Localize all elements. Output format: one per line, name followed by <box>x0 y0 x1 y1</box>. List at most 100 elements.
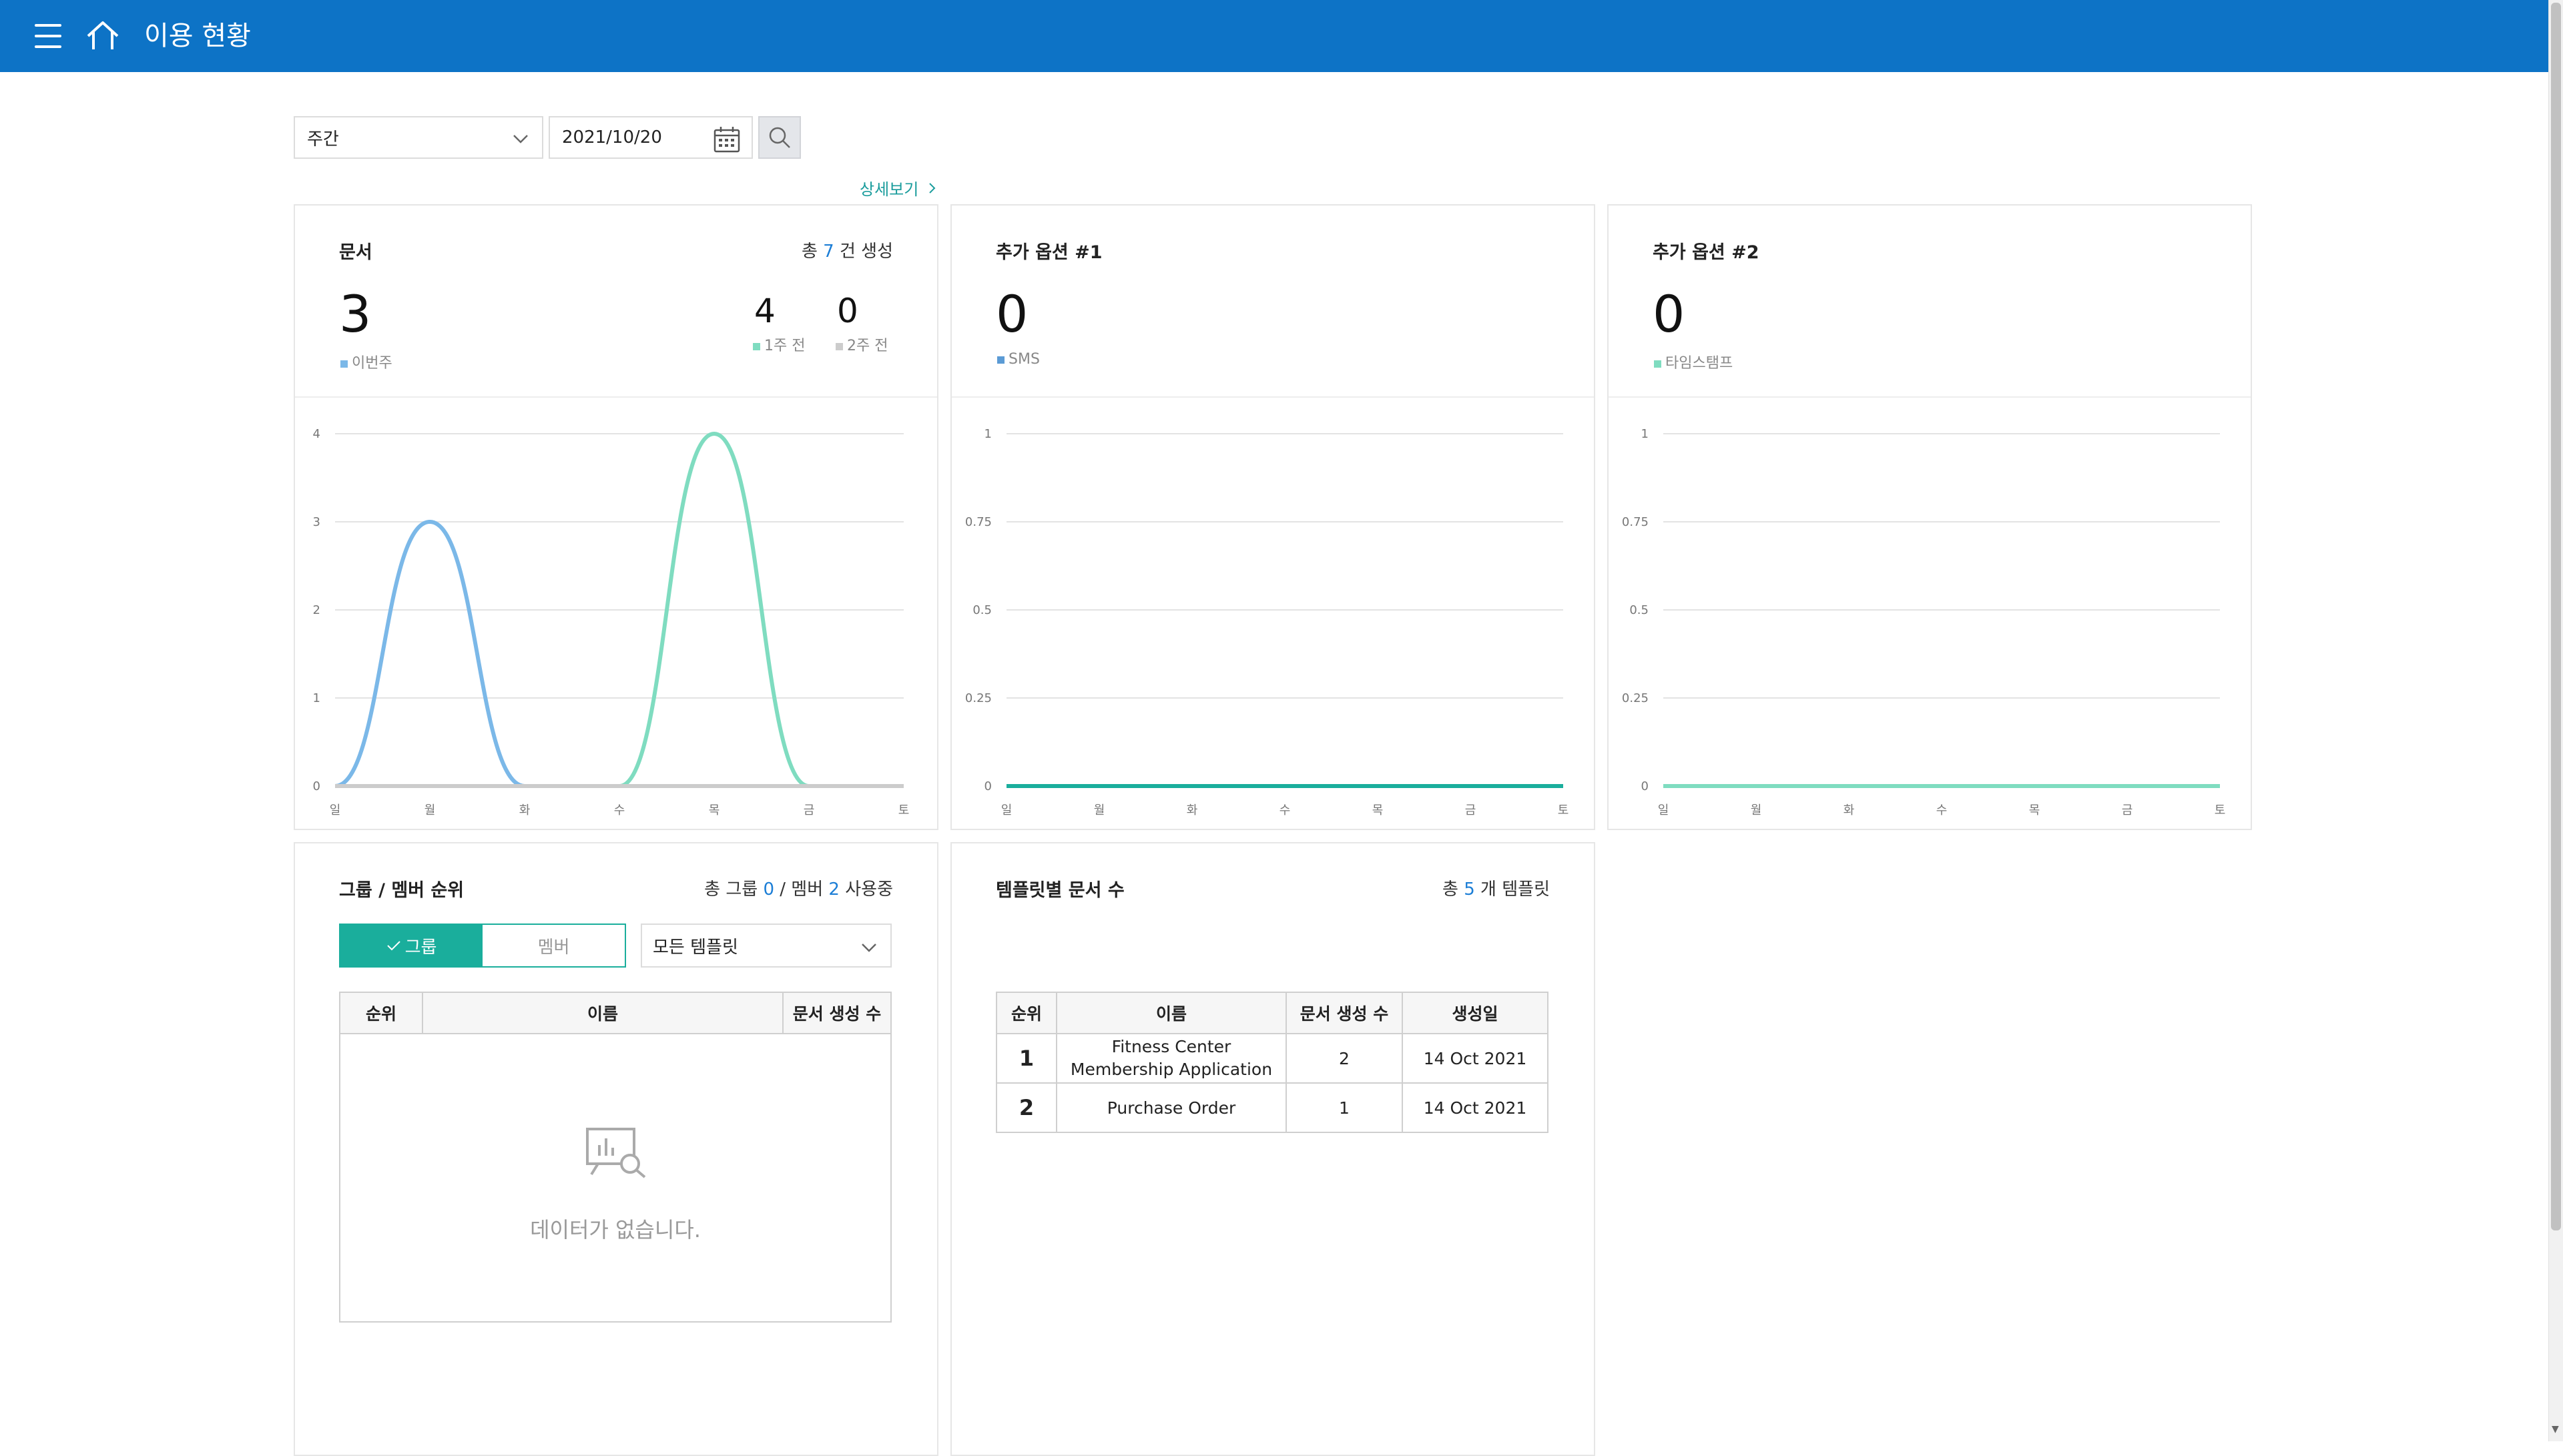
x-tick-label: 토 <box>898 803 910 817</box>
option2-legend: 타임스탬프 <box>1654 351 1733 372</box>
template-table: 순위 이름 문서 생성 수 생성일 1 Fitness Center Membe… <box>996 992 1548 1133</box>
template-summary-suffix: 개 템플릿 <box>1480 879 1550 899</box>
y-tick-label: 4 <box>313 427 320 441</box>
y-tick-label: 3 <box>313 515 320 529</box>
x-tick-label: 일 <box>1001 803 1013 817</box>
row-name: Purchase Order <box>1056 1082 1287 1133</box>
ranking-table: 순위 이름 문서 생성 수 <box>339 992 892 1034</box>
search-icon <box>769 127 790 148</box>
x-tick-label: 토 <box>1558 803 1569 817</box>
card-divider <box>295 396 937 398</box>
option2-value: 0 <box>1653 284 1685 344</box>
x-tick-label: 목 <box>1372 803 1384 817</box>
summary-suffix: 건 생성 <box>839 242 893 262</box>
toggle-member-label: 멤버 <box>537 937 570 958</box>
col-rank: 순위 <box>339 992 423 1034</box>
x-tick-label: 월 <box>424 803 436 817</box>
x-tick-label: 금 <box>2122 803 2133 817</box>
col-rank: 순위 <box>996 992 1057 1034</box>
template-card: 템플릿별 문서 수 총 5 개 템플릿 순위 이름 문서 생성 수 생성일 1 … <box>950 842 1595 1456</box>
toggle-group-label: 그룹 <box>404 937 437 958</box>
col-count: 문서 생성 수 <box>1286 992 1403 1034</box>
template-select[interactable]: 모든 템플릿 <box>641 924 892 968</box>
two-weeks-ago-label: 2주 전 <box>847 338 888 354</box>
page-scrollbar[interactable]: ▼ <box>2548 0 2563 1441</box>
table-header-row: 순위 이름 문서 생성 수 생성일 <box>996 992 1548 1034</box>
one-week-ago-stat: 4 1주 전 <box>753 291 805 355</box>
no-data-chart-search-icon <box>586 1128 646 1178</box>
table-row[interactable]: 2 Purchase Order 1 14 Oct 2021 <box>996 1082 1548 1133</box>
option1-legend: SMS <box>997 351 1040 368</box>
ranking-summary-mid: / 멤버 <box>780 879 824 899</box>
option1-value: 0 <box>996 284 1029 344</box>
row-rank: 2 <box>996 1082 1057 1133</box>
row-name-line2: Membership Application <box>1070 1060 1273 1079</box>
plot-area: 0 0.25 0.5 0.75 1 일 월 화 수 목 금 토 <box>1622 427 2225 817</box>
x-tick-label: 금 <box>804 803 815 817</box>
this-week-legend: 이번주 <box>340 351 392 372</box>
ranking-card: 그룹 / 멤버 순위 총 그룹 0 / 멤버 2 사용중 그룹 멤버 모든 템플… <box>294 842 938 1456</box>
x-tick-label: 목 <box>2029 803 2040 817</box>
y-tick-label: 0.5 <box>972 603 992 617</box>
chevron-down-icon <box>513 135 528 143</box>
y-tick-label: 0 <box>1641 779 1649 793</box>
page-title: 이용 현황 <box>144 21 251 51</box>
x-tick-label: 수 <box>614 803 625 817</box>
y-tick-label: 0.5 <box>1629 603 1649 617</box>
date-input-value: 2021/10/20 <box>562 127 662 147</box>
table-header-row: 순위 이름 문서 생성 수 <box>339 992 892 1034</box>
y-tick-label: 1 <box>313 691 320 705</box>
period-select[interactable]: 주간 <box>294 116 543 159</box>
x-tick-label: 금 <box>1465 803 1476 817</box>
toggle-member-button[interactable]: 멤버 <box>483 925 625 966</box>
top-header: 이용 현황 <box>0 0 2548 72</box>
detail-view-link[interactable]: 상세보기 <box>860 176 937 200</box>
table-row[interactable]: 1 Fitness Center Membership Application … <box>996 1033 1548 1084</box>
one-week-ago-label: 1주 전 <box>764 338 806 354</box>
x-tick-label: 일 <box>1658 803 1669 817</box>
y-tick-label: 0.25 <box>1622 691 1649 705</box>
group-count: 0 <box>763 879 775 899</box>
two-weeks-ago-stat: 0 2주 전 <box>836 291 888 355</box>
card-divider <box>1609 396 2251 398</box>
x-tick-label: 토 <box>2215 803 2226 817</box>
documents-card: 문서 총 7 건 생성 3 이번주 4 1주 전 0 2주 전 0 1 2 3 4 일 월 화… <box>294 204 938 830</box>
date-input[interactable]: 2021/10/20 <box>549 116 753 159</box>
col-count: 문서 생성 수 <box>782 992 892 1034</box>
documents-summary: 총 7 건 생성 <box>802 238 893 262</box>
row-count: 2 <box>1286 1033 1403 1084</box>
option1-card: 추가 옵션 #1 0 SMS 0 0.25 0.5 0.75 1 일 월 화 수 목 금 토 <box>950 204 1595 830</box>
home-icon[interactable] <box>85 20 120 52</box>
search-button[interactable] <box>758 116 801 159</box>
option2-card: 추가 옵션 #2 0 타임스탬프 0 0.25 0.5 0.75 1 일 월 화 수 목 금 토 <box>1607 204 2252 830</box>
chevron-right-icon <box>929 183 936 194</box>
hamburger-menu-icon[interactable] <box>35 23 64 49</box>
chevron-down-icon <box>862 944 876 952</box>
ranking-summary-suffix: 사용중 <box>845 879 893 899</box>
summary-prefix: 총 <box>801 242 818 262</box>
one-week-ago-value: 4 <box>754 292 776 330</box>
scrollbar-thumb[interactable] <box>2551 3 2561 1230</box>
y-tick-label: 2 <box>313 603 320 617</box>
plot-area: 0 0.25 0.5 0.75 1 일 월 화 수 목 금 토 <box>965 427 1569 817</box>
ranking-title: 그룹 / 멤버 순위 <box>339 880 465 901</box>
y-tick-label: 0.75 <box>1622 515 1649 529</box>
col-date: 생성일 <box>1402 992 1548 1034</box>
empty-message: 데이터가 없습니다. <box>530 1217 701 1242</box>
check-icon <box>386 941 400 951</box>
y-tick-label: 0 <box>984 779 992 793</box>
x-tick-label: 목 <box>709 803 720 817</box>
calendar-icon[interactable] <box>713 125 741 153</box>
detail-view-label: 상세보기 <box>860 180 919 199</box>
summary-count: 7 <box>823 242 834 262</box>
ranking-summary-prefix: 총 그룹 <box>704 879 758 899</box>
documents-title: 문서 <box>339 242 372 263</box>
row-date: 14 Oct 2021 <box>1402 1033 1548 1084</box>
x-tick-label: 수 <box>1279 803 1291 817</box>
this-week-value: 3 <box>339 284 372 344</box>
toggle-group-button[interactable]: 그룹 <box>340 925 483 966</box>
template-summary: 총 5 개 템플릿 <box>1442 875 1550 900</box>
ranking-summary: 총 그룹 0 / 멤버 2 사용중 <box>704 875 893 900</box>
scroll-down-arrow-icon[interactable]: ▼ <box>2552 1424 2559 1435</box>
card-divider <box>952 396 1594 398</box>
